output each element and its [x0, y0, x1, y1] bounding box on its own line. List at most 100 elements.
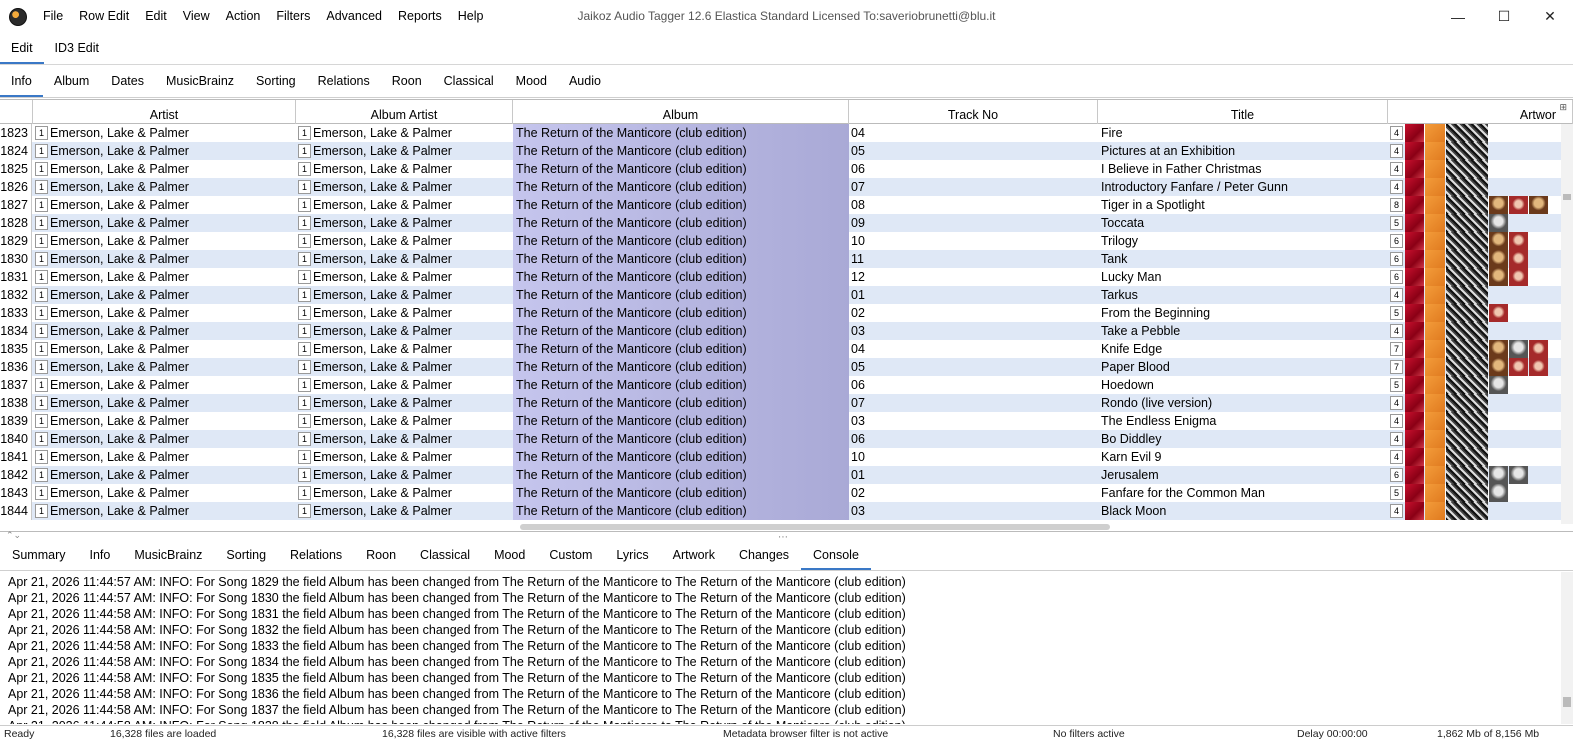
track-number-cell[interactable]: 01: [851, 286, 1097, 304]
title-cell[interactable]: The Endless Enigma: [1101, 412, 1387, 430]
artwork-thumbnail-icon[interactable]: [1405, 502, 1424, 520]
album-cell[interactable]: The Return of the Manticore (club editio…: [513, 448, 849, 466]
artist-cell[interactable]: Emerson, Lake & Palmer: [50, 412, 295, 430]
artwork-thumbnail-icon[interactable]: [1425, 250, 1445, 268]
track-number-cell[interactable]: 04: [851, 340, 1097, 358]
track-number-cell[interactable]: 03: [851, 502, 1097, 520]
title-cell[interactable]: Tarkus: [1101, 286, 1387, 304]
artwork-thumbnail-icon[interactable]: [1425, 358, 1445, 376]
details-tab-summary[interactable]: Summary: [0, 541, 77, 570]
album-cell[interactable]: The Return of the Manticore (club editio…: [513, 250, 849, 268]
table-scroll-thumb[interactable]: [1563, 194, 1571, 200]
artwork-thumbnail-icon[interactable]: [1446, 502, 1488, 520]
menu-reports[interactable]: Reports: [390, 0, 450, 33]
artwork-thumbnail-icon[interactable]: [1489, 268, 1508, 286]
menu-filters[interactable]: Filters: [268, 0, 318, 33]
album-cell[interactable]: The Return of the Manticore (club editio…: [513, 124, 849, 142]
menu-help[interactable]: Help: [450, 0, 492, 33]
artwork-thumbnail-icon[interactable]: [1529, 196, 1548, 214]
track-number-cell[interactable]: 07: [851, 394, 1097, 412]
album-cell[interactable]: The Return of the Manticore (club editio…: [513, 466, 849, 484]
artwork-thumbnail-icon[interactable]: [1405, 178, 1424, 196]
title-cell[interactable]: Paper Blood: [1101, 358, 1387, 376]
artist-cell[interactable]: Emerson, Lake & Palmer: [50, 430, 295, 448]
close-button[interactable]: ✕: [1527, 0, 1573, 33]
artist-cell[interactable]: Emerson, Lake & Palmer: [50, 124, 295, 142]
artwork-thumbnail-icon[interactable]: [1446, 322, 1488, 340]
toolbar-tab-edit[interactable]: Edit: [0, 33, 44, 64]
tab-relations[interactable]: Relations: [307, 65, 381, 97]
track-number-cell[interactable]: 10: [851, 232, 1097, 250]
artwork-thumbnail-icon[interactable]: [1425, 430, 1445, 448]
album-cell[interactable]: The Return of the Manticore (club editio…: [513, 304, 849, 322]
track-number-cell[interactable]: 06: [851, 160, 1097, 178]
album-cell[interactable]: The Return of the Manticore (club editio…: [513, 322, 849, 340]
artwork-thumbnail-icon[interactable]: [1405, 304, 1424, 322]
table-row[interactable]: 1840 1 Emerson, Lake & Palmer 1 Emerson, Lak…: [0, 430, 1573, 448]
title-cell[interactable]: I Believe in Father Christmas: [1101, 160, 1387, 178]
artwork-thumbnail-icon[interactable]: [1446, 412, 1488, 430]
artwork-thumbnail-icon[interactable]: [1489, 232, 1508, 250]
artwork-thumbnail-icon[interactable]: [1405, 232, 1424, 250]
details-tab-info[interactable]: Info: [77, 541, 122, 570]
title-cell[interactable]: Knife Edge: [1101, 340, 1387, 358]
artwork-thumbnail-icon[interactable]: [1425, 484, 1445, 502]
table-row[interactable]: 1829 1 Emerson, Lake & Palmer 1 Emerson, Lak…: [0, 232, 1573, 250]
album-artist-cell[interactable]: Emerson, Lake & Palmer: [313, 124, 512, 142]
artist-cell[interactable]: Emerson, Lake & Palmer: [50, 178, 295, 196]
table-row[interactable]: 1823 1 Emerson, Lake & Palmer 1 Emerson, Lak…: [0, 124, 1573, 142]
artwork-thumbnail-icon[interactable]: [1509, 196, 1528, 214]
table-row[interactable]: 1828 1 Emerson, Lake & Palmer 1 Emerson, Lak…: [0, 214, 1573, 232]
details-tab-custom[interactable]: Custom: [537, 541, 604, 570]
track-number-cell[interactable]: 02: [851, 484, 1097, 502]
artwork-thumbnail-icon[interactable]: [1489, 484, 1508, 502]
artwork-thumbnail-icon[interactable]: [1509, 358, 1528, 376]
artwork-thumbnail-icon[interactable]: [1425, 412, 1445, 430]
details-tab-changes[interactable]: Changes: [727, 541, 801, 570]
track-number-cell[interactable]: 04: [851, 124, 1097, 142]
artwork-thumbnail-icon[interactable]: [1446, 286, 1488, 304]
artwork-thumbnail-icon[interactable]: [1446, 268, 1488, 286]
title-cell[interactable]: Jerusalem: [1101, 466, 1387, 484]
title-cell[interactable]: Pictures at an Exhibition: [1101, 142, 1387, 160]
album-cell[interactable]: The Return of the Manticore (club editio…: [513, 286, 849, 304]
artwork-thumbnail-icon[interactable]: [1489, 376, 1508, 394]
artwork-thumbnail-icon[interactable]: [1425, 466, 1445, 484]
artwork-thumbnail-icon[interactable]: [1405, 394, 1424, 412]
table-row[interactable]: 1827 1 Emerson, Lake & Palmer 1 Emerson, Lak…: [0, 196, 1573, 214]
tab-dates[interactable]: Dates: [100, 65, 155, 97]
tab-classical[interactable]: Classical: [433, 65, 505, 97]
details-tab-musicbrainz[interactable]: MusicBrainz: [122, 541, 214, 570]
toolbar-tab-id3-edit[interactable]: ID3 Edit: [44, 33, 110, 64]
artwork-thumbnail-icon[interactable]: [1446, 160, 1488, 178]
table-vertical-scrollbar[interactable]: [1561, 124, 1573, 524]
tab-audio[interactable]: Audio: [558, 65, 612, 97]
artwork-thumbnail-icon[interactable]: [1446, 250, 1488, 268]
artwork-thumbnail-icon[interactable]: [1405, 412, 1424, 430]
album-artist-cell[interactable]: Emerson, Lake & Palmer: [313, 340, 512, 358]
track-number-cell[interactable]: 08: [851, 196, 1097, 214]
table-row[interactable]: 1837 1 Emerson, Lake & Palmer 1 Emerson, Lak…: [0, 376, 1573, 394]
artwork-thumbnail-icon[interactable]: [1425, 196, 1445, 214]
artwork-thumbnail-icon[interactable]: [1509, 268, 1528, 286]
track-number-cell[interactable]: 01: [851, 466, 1097, 484]
artist-cell[interactable]: Emerson, Lake & Palmer: [50, 250, 295, 268]
album-cell[interactable]: The Return of the Manticore (club editio…: [513, 412, 849, 430]
track-number-cell[interactable]: 05: [851, 142, 1097, 160]
artwork-thumbnail-icon[interactable]: [1405, 268, 1424, 286]
album-cell[interactable]: The Return of the Manticore (club editio…: [513, 502, 849, 520]
title-cell[interactable]: Tiger in a Spotlight: [1101, 196, 1387, 214]
artwork-thumbnail-icon[interactable]: [1489, 304, 1508, 322]
artwork-thumbnail-icon[interactable]: [1446, 232, 1488, 250]
album-artist-cell[interactable]: Emerson, Lake & Palmer: [313, 412, 512, 430]
artwork-thumbnail-icon[interactable]: [1446, 448, 1488, 466]
tab-sorting[interactable]: Sorting: [245, 65, 307, 97]
album-cell[interactable]: The Return of the Manticore (club editio…: [513, 340, 849, 358]
details-tab-mood[interactable]: Mood: [482, 541, 537, 570]
artwork-thumbnail-icon[interactable]: [1425, 502, 1445, 520]
app-logo-icon[interactable]: [9, 7, 27, 26]
artwork-thumbnail-icon[interactable]: [1529, 358, 1548, 376]
table-row[interactable]: 1836 1 Emerson, Lake & Palmer 1 Emerson, Lak…: [0, 358, 1573, 376]
artwork-thumbnail-icon[interactable]: [1405, 340, 1424, 358]
table-row[interactable]: 1831 1 Emerson, Lake & Palmer 1 Emerson, Lak…: [0, 268, 1573, 286]
